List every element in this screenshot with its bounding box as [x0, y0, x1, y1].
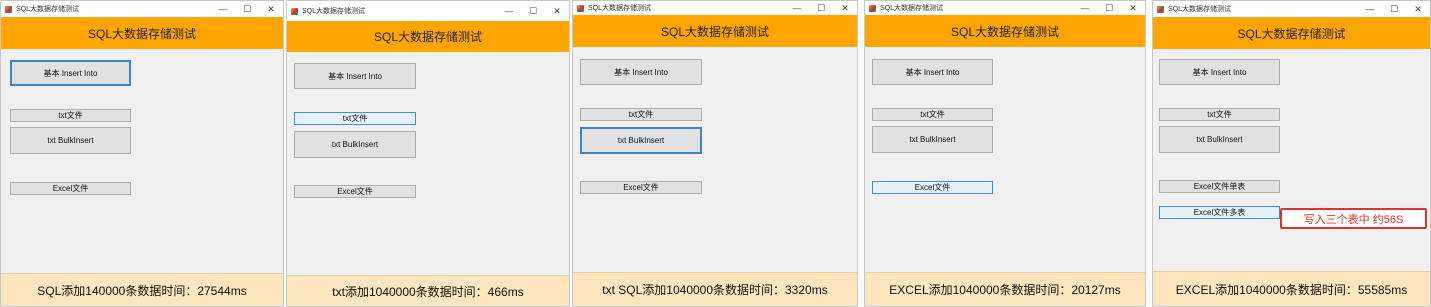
app-window-2: SQL大数据存储测试 — ☐ ✕ SQL大数据存储测试 基本 Insert In…	[286, 0, 570, 307]
excel-multi-table-button[interactable]: Excel文件多表	[1159, 206, 1280, 219]
maximize-icon[interactable]: ☐	[235, 1, 259, 17]
excel-file-button[interactable]: Excel文件	[294, 185, 416, 198]
txt-bulkinsert-button[interactable]: txt BulkInsert	[294, 131, 416, 158]
txt-file-button[interactable]: txt文件	[10, 109, 131, 122]
minimize-icon[interactable]: —	[785, 1, 809, 16]
close-icon[interactable]: ✕	[545, 3, 569, 19]
status-bar: txt SQL添加1040000条数据时间：3320ms	[573, 272, 857, 306]
app-window-5: SQL大数据存储测试 — ☐ ✕ SQL大数据存储测试 基本 Insert In…	[1152, 0, 1431, 307]
txt-file-button[interactable]: txt文件	[1159, 108, 1280, 121]
txt-file-button[interactable]: txt文件	[580, 108, 702, 121]
status-bar: EXCEL添加1040000条数据时间：55585ms	[1153, 271, 1430, 306]
form-header: SQL大数据存储测试	[1153, 17, 1430, 49]
form-header: SQL大数据存储测试	[865, 15, 1145, 47]
txt-bulkinsert-button[interactable]: txt BulkInsert	[580, 127, 702, 154]
window-title: SQL大数据存储测试	[880, 5, 944, 12]
app-window-4: SQL大数据存储测试 — ☐ ✕ SQL大数据存储测试 基本 Insert In…	[864, 0, 1146, 307]
status-bar: txt添加1040000条数据时间：466ms	[287, 275, 569, 306]
excel-file-button[interactable]: Excel文件	[580, 181, 702, 194]
app-icon	[577, 4, 584, 12]
app-icon	[1157, 5, 1164, 13]
app-window-1: SQL大数据存储测试 — ☐ ✕ SQL大数据存储测试 基本 Insert In…	[0, 0, 284, 307]
maximize-icon[interactable]: ☐	[1097, 1, 1121, 16]
form-header: SQL大数据存储测试	[1, 17, 283, 49]
annotation-note: 写入三个表中 约56S	[1280, 208, 1427, 229]
app-icon	[291, 7, 298, 15]
window-title: SQL大数据存储测试	[588, 5, 652, 12]
window-title: SQL大数据存储测试	[16, 6, 80, 13]
status-bar: SQL添加140000条数据时间：27544ms	[1, 273, 283, 306]
basic-insert-button[interactable]: 基本 Insert Into	[10, 60, 131, 86]
title-bar: SQL大数据存储测试 — ☐ ✕	[573, 1, 857, 15]
app-icon	[869, 4, 876, 12]
txt-file-button[interactable]: txt文件	[872, 108, 993, 121]
maximize-icon[interactable]: ☐	[809, 1, 833, 16]
title-bar: SQL大数据存储测试 — ☐ ✕	[1153, 1, 1430, 17]
txt-bulkinsert-button[interactable]: txt BulkInsert	[10, 127, 131, 154]
basic-insert-button[interactable]: 基本 Insert Into	[294, 63, 416, 89]
title-bar: SQL大数据存储测试 — ☐ ✕	[1, 1, 283, 17]
close-icon[interactable]: ✕	[833, 1, 857, 16]
title-bar: SQL大数据存储测试 — ☐ ✕	[287, 1, 569, 21]
form-header: SQL大数据存储测试	[287, 21, 569, 52]
minimize-icon[interactable]: —	[1358, 1, 1382, 17]
excel-file-button[interactable]: Excel文件	[872, 181, 993, 194]
close-icon[interactable]: ✕	[1121, 1, 1145, 16]
close-icon[interactable]: ✕	[259, 1, 283, 17]
status-bar: EXCEL添加1040000条数据时间：20127ms	[865, 272, 1145, 306]
basic-insert-button[interactable]: 基本 Insert Into	[872, 59, 993, 85]
window-title: SQL大数据存储测试	[1168, 6, 1232, 13]
excel-file-button[interactable]: Excel文件	[10, 182, 131, 195]
window-title: SQL大数据存储测试	[302, 8, 366, 15]
excel-single-table-button[interactable]: Excel文件单表	[1159, 180, 1280, 193]
maximize-icon[interactable]: ☐	[1382, 1, 1406, 17]
minimize-icon[interactable]: —	[497, 3, 521, 19]
app-window-3: SQL大数据存储测试 — ☐ ✕ SQL大数据存储测试 基本 Insert In…	[572, 0, 858, 307]
form-header: SQL大数据存储测试	[573, 15, 857, 47]
title-bar: SQL大数据存储测试 — ☐ ✕	[865, 1, 1145, 15]
txt-bulkinsert-button[interactable]: txt BulkInsert	[1159, 126, 1280, 153]
minimize-icon[interactable]: —	[1073, 1, 1097, 16]
close-icon[interactable]: ✕	[1406, 1, 1430, 17]
app-icon	[5, 5, 12, 13]
basic-insert-button[interactable]: 基本 Insert Into	[580, 59, 702, 85]
txt-bulkinsert-button[interactable]: txt BulkInsert	[872, 126, 993, 153]
txt-file-button[interactable]: txt文件	[294, 112, 416, 125]
basic-insert-button[interactable]: 基本 Insert Into	[1159, 59, 1280, 85]
maximize-icon[interactable]: ☐	[521, 3, 545, 19]
minimize-icon[interactable]: —	[211, 1, 235, 17]
